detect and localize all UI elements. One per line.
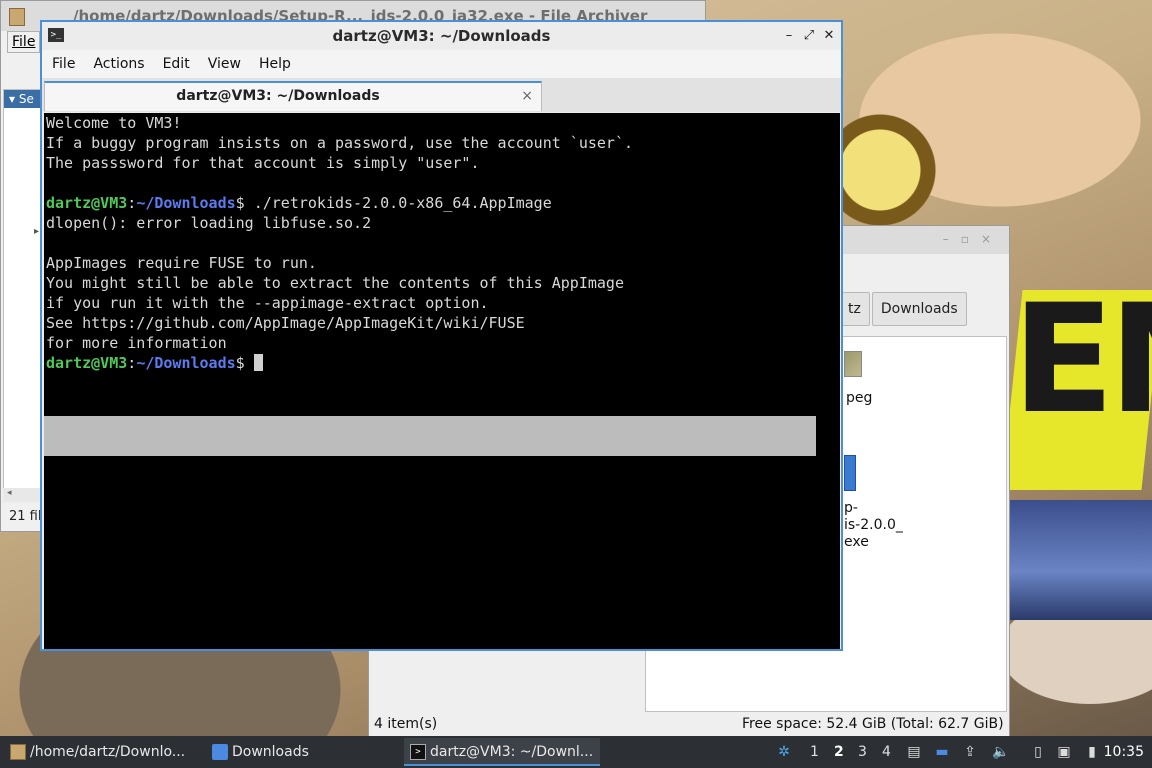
- archiver-sidebar-selected[interactable]: ▾ Se: [4, 90, 42, 108]
- close-icon[interactable]: ✕: [820, 26, 838, 46]
- terminal-tabbar: dartz@VM3: ~/Downloads ×: [42, 78, 841, 112]
- battery-icon[interactable]: ▮: [1084, 744, 1100, 760]
- menu-help[interactable]: Help: [251, 50, 299, 78]
- clipboard-icon[interactable]: ▯: [1030, 744, 1046, 760]
- workspace-1[interactable]: 1: [810, 736, 819, 768]
- prompt-user: dartz@VM3: [46, 354, 128, 372]
- free-space: Free space: 52.4 GiB (Total: 62.7 GiB): [742, 716, 1004, 732]
- menu-file[interactable]: File: [44, 50, 83, 78]
- terminal-app-icon: >: [410, 744, 426, 760]
- terminal-line: if you run it with the --appimage-extrac…: [46, 294, 489, 312]
- archiver-sidebar-label: Se: [18, 92, 34, 106]
- archive-app-icon: [10, 744, 26, 760]
- archive-app-icon: [9, 8, 25, 26]
- expand-triangle-icon: ▾: [9, 92, 16, 106]
- terminal-line: for more information: [46, 334, 227, 352]
- task-downloads-folder[interactable]: Downloads: [206, 738, 396, 766]
- archiver-menu-file[interactable]: File: [7, 31, 41, 53]
- prompt-colon: :: [127, 194, 137, 212]
- terminal-line: See https://github.com/AppImage/AppImage…: [46, 314, 525, 332]
- prompt-dollar: $: [235, 194, 245, 212]
- executable-file-icon[interactable]: [844, 455, 856, 491]
- maximize-icon[interactable]: ⤢: [800, 26, 818, 46]
- folder-icon: [212, 744, 228, 760]
- file-label-setup-exe[interactable]: p- is-2.0.0_ exe: [844, 500, 903, 551]
- clock[interactable]: 10:35: [1104, 736, 1144, 768]
- task-terminal[interactable]: > dartz@VM3: ~/Downl...: [404, 738, 600, 766]
- file-label-jpeg[interactable]: peg: [846, 390, 872, 407]
- task-label: /home/dartz/Downlo...: [30, 744, 186, 760]
- wallpaper-blue-shape: [1010, 500, 1152, 620]
- menu-actions[interactable]: Actions: [85, 50, 152, 78]
- path-button-home[interactable]: tz: [839, 292, 870, 326]
- command-text: ./retrokids-2.0.0-x86_64.AppImage: [244, 194, 552, 212]
- prompt-colon: :: [127, 354, 137, 372]
- task-file-archiver[interactable]: /home/dartz/Downlo...: [4, 738, 200, 766]
- window-controls[interactable]: –▫×: [943, 232, 1003, 246]
- archiver-horizontal-scrollbar[interactable]: ◂: [3, 488, 41, 502]
- terminal-prompt-line[interactable]: dartz@VM3:~/Downloads$: [44, 353, 840, 373]
- terminal-title: dartz@VM3: ~/Downloads: [332, 27, 551, 45]
- terminal-tab[interactable]: dartz@VM3: ~/Downloads ×: [44, 81, 542, 111]
- minimize-icon[interactable]: –: [943, 232, 961, 246]
- terminal-titlebar[interactable]: >_ dartz@VM3: ~/Downloads – ⤢ ✕: [42, 22, 841, 50]
- menu-view[interactable]: View: [200, 50, 249, 78]
- upload-icon[interactable]: ⇪: [962, 744, 978, 760]
- volume-icon[interactable]: 🔈: [992, 744, 1009, 760]
- item-count: 4 item(s): [374, 716, 438, 732]
- prompt-user: dartz@VM3: [46, 194, 128, 212]
- archiver-sidebar[interactable]: ▾ Se ▸: [3, 89, 43, 501]
- chevron-right-icon[interactable]: ▸: [34, 226, 39, 237]
- taskbar: /home/dartz/Downlo... Downloads > dartz@…: [0, 736, 1152, 768]
- path-bar: tz Downloads: [839, 292, 969, 326]
- terminal-line: If a buggy program insists on a password…: [46, 134, 633, 152]
- distro-logo-icon[interactable]: ✲: [776, 744, 792, 760]
- scroll-left-icon[interactable]: ◂: [7, 488, 12, 498]
- network-icon[interactable]: ▣: [1056, 744, 1072, 760]
- archiver-menubar: File: [7, 31, 41, 53]
- folder-launcher-icon[interactable]: ▬: [934, 744, 950, 760]
- prompt-dollar: $: [235, 354, 245, 372]
- task-label: dartz@VM3: ~/Downl...: [430, 744, 594, 760]
- terminal-menubar: File Actions Edit View Help: [42, 50, 841, 78]
- terminal-window[interactable]: >_ dartz@VM3: ~/Downloads – ⤢ ✕ File Acti…: [40, 20, 843, 651]
- terminal-line: The passsword for that account is simply…: [46, 154, 480, 172]
- menu-edit[interactable]: Edit: [155, 50, 198, 78]
- maximize-icon[interactable]: ▫: [961, 232, 981, 246]
- terminal-output[interactable]: Welcome to VM3! If a buggy program insis…: [44, 113, 840, 649]
- workspace-4[interactable]: 4: [882, 736, 891, 768]
- terminal-command-line: dartz@VM3:~/Downloads$ ./retrokids-2.0.0…: [44, 193, 840, 213]
- terminal-grey-band: [44, 416, 816, 456]
- terminal-line: dlopen(): error loading libfuse.so.2: [46, 214, 372, 232]
- task-label: Downloads: [232, 744, 309, 760]
- terminal-tab-label: dartz@VM3: ~/Downloads: [176, 88, 380, 104]
- minimize-icon[interactable]: –: [780, 26, 798, 46]
- tab-close-icon[interactable]: ×: [521, 83, 533, 110]
- text-cursor: [253, 354, 263, 371]
- path-button-downloads[interactable]: Downloads: [871, 292, 967, 326]
- terminal-line: You might still be able to extract the c…: [46, 274, 624, 292]
- file-manager-launcher-icon[interactable]: ▤: [906, 744, 922, 760]
- terminal-line: Welcome to VM3!: [46, 114, 182, 132]
- prompt-path: ~/Downloads: [136, 194, 236, 212]
- workspace-2[interactable]: 2: [834, 736, 844, 768]
- wallpaper-graphic-lettering: EM: [1012, 273, 1152, 447]
- image-file-icon[interactable]: [844, 351, 862, 377]
- terminal-line: AppImages require FUSE to run.: [46, 254, 317, 272]
- prompt-path: ~/Downloads: [136, 354, 236, 372]
- close-icon[interactable]: ×: [981, 232, 1003, 246]
- workspace-3[interactable]: 3: [858, 736, 867, 768]
